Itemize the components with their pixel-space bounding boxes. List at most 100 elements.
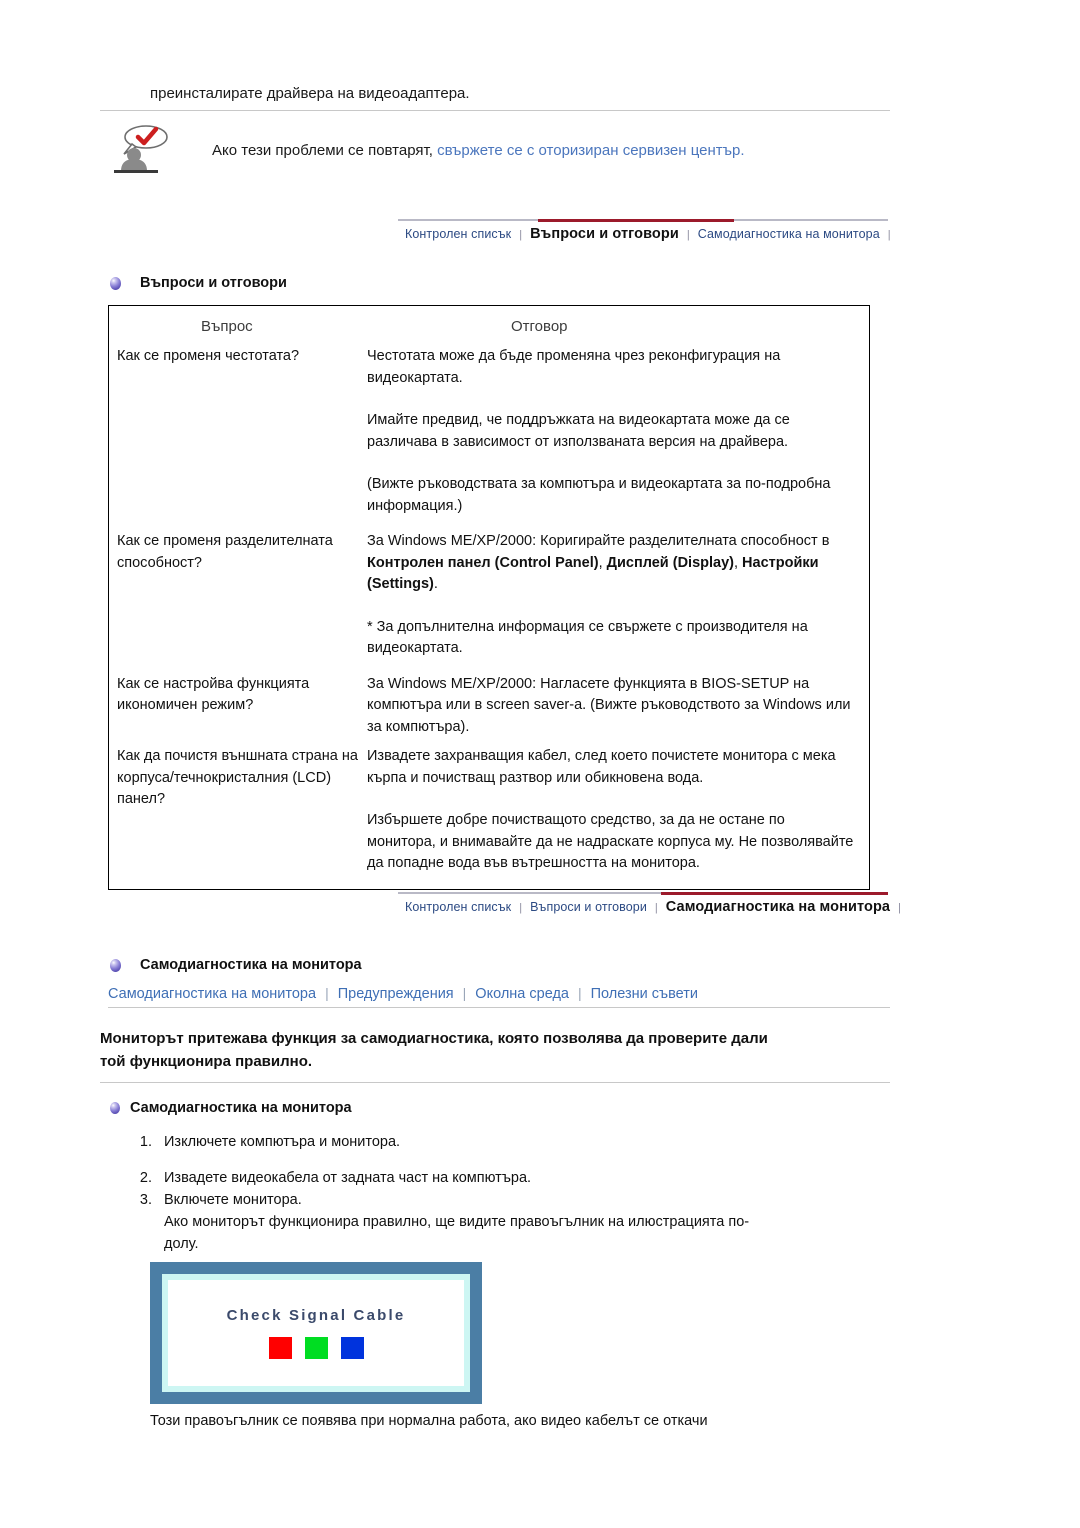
purple-orb-bullet-icon — [110, 958, 140, 972]
faq-section-heading: Въпроси и отговори — [110, 275, 287, 291]
faq-header-answer-label: Отговор — [511, 317, 568, 335]
selfdiag-steps-list: 1. Изключете компютъра и монитора. 2. Из… — [120, 1131, 890, 1255]
faq-answer-paragraph: * За допълнителна информация се свържете… — [367, 618, 808, 657]
notice-text-plain: Ако тези проблеми се повтарят, — [212, 141, 438, 159]
divider-top — [100, 110, 890, 111]
sublink-row: Самодиагностика на монитора | Предупрежд… — [108, 985, 890, 1007]
tab-checklist[interactable]: Контролен списък — [398, 227, 518, 241]
tab-faq[interactable]: Въпроси и отговори — [523, 900, 654, 914]
answer-mid: , — [598, 554, 607, 571]
step-number: 3. — [139, 1192, 152, 1208]
purple-orb-bullet-icon — [110, 1102, 130, 1114]
check-signal-cable-illustration: Check Signal Cable — [150, 1262, 482, 1404]
divider-lead — [100, 1082, 890, 1083]
list-item: 3. Включете монитора. Ако мониторът функ… — [120, 1189, 890, 1255]
faq-answer: Честотата може да бъде променяна чрез ре… — [367, 346, 869, 517]
answer-bold-display: Дисплей (Display) — [606, 554, 734, 571]
faq-question: Как да почистя външната страна на корпус… — [117, 748, 358, 807]
swatch-blue — [340, 1337, 364, 1359]
swatch-green — [304, 1337, 328, 1359]
faq-answer-paragraph: Избършете добре почистващото средство, з… — [367, 812, 854, 871]
step-text: Изключете компютъра и монитора. — [164, 1134, 401, 1150]
document-page: преинсталирате драйвера на видеоадаптера… — [0, 0, 1080, 1528]
faq-col-answer-header: Отговор — [367, 318, 869, 335]
answer-lead: За Windows ME/XP/2000: Коригирайте разде… — [367, 533, 830, 549]
swatch-red — [268, 1337, 292, 1359]
list-item: 2. Извадете видеокабела от задната част … — [120, 1167, 890, 1189]
faq-question: Как се променя честотата? — [117, 348, 300, 364]
selfdiag-subheading: Самодиагностика на монитора — [110, 1100, 352, 1116]
list-item: 1. Изключете компютъра и монитора. — [120, 1131, 890, 1153]
faq-answer: За Windows ME/XP/2000: Нагласете функция… — [367, 674, 869, 739]
sublink-underline — [108, 1007, 890, 1008]
selfdiag-sublink-nav: Самодиагностика на монитора | Предупрежд… — [108, 985, 890, 1008]
monitor-screen: Check Signal Cable — [168, 1280, 464, 1386]
tab-separator: | — [898, 902, 901, 914]
step-text: Включете монитора. — [164, 1192, 302, 1208]
table-row: Как да почистя външната страна на корпус… — [109, 746, 869, 875]
monitor-screen-glow: Check Signal Cable — [162, 1274, 470, 1392]
faq-col-question-header: Въпрос — [109, 318, 367, 335]
selfdiag-lead-paragraph: Мониторът притежава функция за самодиагн… — [100, 1027, 890, 1073]
tabstrip-active-indicator — [661, 892, 888, 895]
faq-answer-paragraph: Честотата може да бъде променяна чрез ре… — [367, 348, 781, 386]
faq-answer-paragraph-rich: За Windows ME/XP/2000: Коригирайте разде… — [367, 531, 855, 596]
row-spacer — [109, 660, 869, 674]
step-text-group: Включете монитора. Ако мониторът функцио… — [164, 1189, 890, 1255]
faq-answer: За Windows ME/XP/2000: Коригирайте разде… — [367, 531, 869, 660]
sublink-warnings[interactable]: Предупреждения — [329, 986, 463, 1002]
step-number: 1. — [139, 1134, 152, 1150]
table-row: Как се настройва функцията икономичен ре… — [109, 674, 869, 739]
notice-text: Ако тези проблеми се повтарят, свържете … — [212, 142, 745, 159]
sublink-environment[interactable]: Околна среда — [466, 986, 578, 1002]
step-text: Извадете видеокабела от задната част на … — [164, 1170, 532, 1186]
faq-answer-paragraph: Имайте предвид, че поддръжката на видеок… — [367, 412, 790, 450]
faq-question: Как се променя разделителната способност… — [117, 533, 333, 571]
faq-question: Как се настройва функцията икономичен ре… — [117, 675, 310, 714]
faq-answer-paragraph: За Windows ME/XP/2000: Нагласете функция… — [367, 675, 851, 735]
faq-table-header: Въпрос Отговор — [109, 306, 869, 346]
service-center-link[interactable]: свържете се с оторизиран сервизен център… — [437, 142, 744, 159]
step-extra-line-1: Ако мониторът функционира правилно, ще в… — [164, 1214, 750, 1230]
answer-bold-control-panel: Контролен панел (Control Panel) — [367, 554, 599, 571]
tab-checklist[interactable]: Контролен списък — [398, 900, 518, 914]
tab-selfdiagnostics[interactable]: Самодиагностика на монитора — [691, 227, 887, 241]
faq-answer: Извадете захранващия кабел, след което п… — [367, 746, 869, 875]
step-spacer — [120, 1153, 890, 1167]
selfdiag-subheading-label: Самодиагностика на монитора — [130, 1100, 352, 1116]
faq-answer-paragraph: Извадете захранващия кабел, след което п… — [367, 748, 836, 786]
person-speech-bubble-check-icon — [112, 124, 174, 176]
faq-table: Въпрос Отговор Как се променя честотата?… — [108, 305, 870, 890]
illustration-footnote: Този правоъгълник се появява при нормалн… — [150, 1413, 708, 1429]
tabstrip-active-indicator — [538, 219, 734, 222]
table-row: Как се променя честотата? Честотата може… — [109, 346, 869, 517]
lead-line-2: той функционира правилно. — [100, 1053, 313, 1070]
rgb-swatches — [268, 1337, 364, 1359]
answer-mid: , — [733, 554, 743, 571]
selfdiag-section-heading: Самодиагностика на монитора — [110, 957, 362, 973]
notice-row: Ако тези проблеми се повтарят, свържете … — [100, 124, 890, 176]
step-extra-line-2: долу. — [164, 1236, 199, 1252]
row-spacer — [109, 517, 869, 531]
lead-line-1: Мониторът притежава функция за самодиагн… — [100, 1030, 768, 1047]
table-row: Как се променя разделителната способност… — [109, 531, 869, 660]
tab-faq[interactable]: Въпроси и отговори — [523, 226, 686, 242]
tab-separator: | — [887, 229, 891, 241]
answer-tail: . — [433, 576, 438, 592]
tabstrip-bottom: Контролен списък | Въпроси и отговори | … — [398, 892, 901, 926]
faq-heading-label: Въпроси и отговори — [140, 275, 287, 291]
sublink-selfdiagnostics[interactable]: Самодиагностика на монитора — [108, 986, 325, 1002]
selfdiag-heading-label: Самодиагностика на монитора — [140, 957, 362, 973]
tabstrip-bottom-tabs: Контролен списък | Въпроси и отговори | … — [398, 899, 902, 915]
sublink-useful-tips[interactable]: Полезни съвети — [582, 986, 707, 1002]
faq-table-body: Как се променя честотата? Честотата може… — [109, 346, 869, 889]
continuation-text: преинсталирате драйвера на видеоадаптера… — [150, 85, 470, 102]
tabstrip-top-tabs: Контролен списък | Въпроси и отговори | … — [398, 226, 892, 242]
step-number: 2. — [139, 1170, 152, 1186]
purple-orb-bullet-icon — [110, 276, 140, 290]
faq-header-question-label: Въпрос — [201, 317, 253, 335]
tab-selfdiagnostics[interactable]: Самодиагностика на монитора — [659, 899, 897, 915]
row-spacer — [109, 738, 869, 746]
faq-answer-paragraph: (Вижте ръководствата за компютъра и виде… — [367, 476, 831, 514]
tabstrip-top: Контролен списък | Въпроси и отговори | … — [398, 219, 891, 253]
